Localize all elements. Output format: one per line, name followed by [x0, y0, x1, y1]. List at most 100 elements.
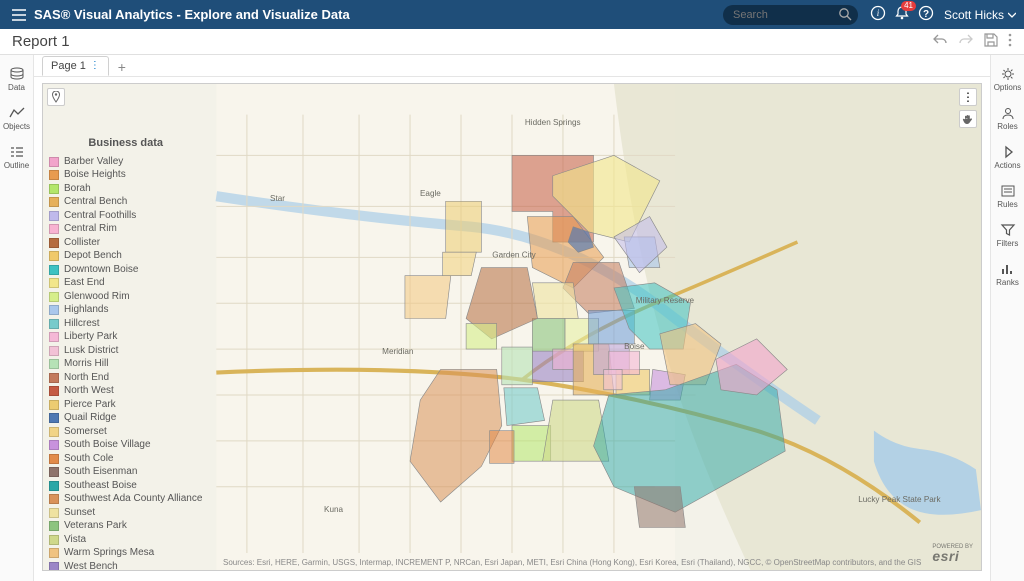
map-menu-button[interactable]: ⋮ [959, 88, 977, 106]
legend-item[interactable]: Collister [49, 236, 202, 250]
tab-label: Page 1 [51, 56, 86, 76]
right-rail: OptionsRolesActionsRulesFiltersRanks [990, 55, 1024, 581]
report-header: Report 1 [0, 29, 1024, 55]
right-rail-filters[interactable]: Filters [993, 217, 1023, 256]
legend-item[interactable]: Veterans Park [49, 519, 202, 533]
legend-item[interactable]: East End [49, 276, 202, 290]
map-place-label: Star [270, 194, 285, 203]
map-canvas[interactable]: Hidden SpringsStarEagleGarden CityMeridi… [42, 83, 982, 571]
legend-item[interactable]: Central Rim [49, 222, 202, 236]
legend-label: East End [64, 276, 105, 290]
legend-item[interactable]: Barber Valley [49, 155, 202, 169]
right-rail-ranks[interactable]: Ranks [993, 256, 1023, 295]
search-field[interactable] [723, 5, 858, 25]
tab-page-1[interactable]: Page 1 ⋮ [42, 56, 109, 76]
legend-swatch [49, 170, 59, 180]
legend-item[interactable]: Southwest Ada County Alliance [49, 492, 202, 506]
map-place-label: Meridian [382, 347, 413, 356]
map-region[interactable] [634, 487, 685, 528]
map-place-label: Military Reserve [636, 296, 695, 305]
pin-icon [51, 91, 61, 103]
legend-label: Central Bench [64, 195, 127, 209]
notifications-icon[interactable]: 41 [894, 5, 910, 24]
map-region[interactable] [504, 388, 545, 426]
hamburger-icon[interactable] [12, 9, 30, 21]
legend-item[interactable]: Pierce Park [49, 398, 202, 412]
legend-swatch [49, 197, 59, 207]
map-region[interactable] [405, 276, 451, 319]
right-rail-actions[interactable]: Actions [993, 139, 1023, 178]
undo-button[interactable] [932, 33, 948, 51]
legend-label: North West [64, 384, 114, 398]
add-page-button[interactable]: + [113, 58, 131, 76]
legend-swatch [49, 400, 59, 410]
legend-swatch [49, 508, 59, 518]
legend-label: Downtown Boise [64, 263, 138, 277]
map-place-label: Hidden Springs [525, 118, 581, 127]
legend-item[interactable]: Southeast Boise [49, 479, 202, 493]
legend-item[interactable]: Sunset [49, 506, 202, 520]
legend-item[interactable]: Hillcrest [49, 317, 202, 331]
right-rail-rules[interactable]: Rules [993, 178, 1023, 217]
map-region[interactable] [604, 369, 622, 389]
help-icon[interactable]: ? [918, 5, 934, 24]
legend-item[interactable]: Warm Springs Mesa [49, 546, 202, 560]
right-rail-options[interactable]: Options [993, 61, 1023, 100]
right-rail-roles[interactable]: Roles [993, 100, 1023, 139]
legend-item[interactable]: Lusk District [49, 344, 202, 358]
legend-item[interactable]: South Cole [49, 452, 202, 466]
legend-item[interactable]: Glenwood Rim [49, 290, 202, 304]
left-rail-objects[interactable]: Objects [2, 100, 32, 139]
map-pan-button[interactable] [959, 110, 977, 128]
legend-item[interactable]: Liberty Park [49, 330, 202, 344]
legend-swatch [49, 386, 59, 396]
legend-item[interactable]: Morris Hill [49, 357, 202, 371]
legend-item[interactable]: Highlands [49, 303, 202, 317]
hand-icon [962, 113, 974, 125]
app-title: SAS® Visual Analytics - Explore and Visu… [34, 7, 350, 22]
legend-item[interactable]: Central Foothills [49, 209, 202, 223]
legend-item[interactable]: Quail Ridge [49, 411, 202, 425]
map-region[interactable] [553, 349, 573, 369]
redo-button[interactable] [958, 33, 974, 51]
map-region[interactable] [502, 347, 533, 385]
map-controls: ⋮ [959, 88, 977, 128]
legend-item[interactable]: Boise Heights [49, 168, 202, 182]
pin-legend-button[interactable] [47, 88, 65, 106]
tab-menu[interactable]: ⋮ [90, 56, 100, 76]
map-region[interactable] [532, 283, 578, 319]
map-region[interactable] [466, 324, 497, 349]
map-region[interactable] [443, 252, 477, 275]
legend-item[interactable]: North End [49, 371, 202, 385]
save-button[interactable] [984, 33, 998, 51]
legend-item[interactable]: Central Bench [49, 195, 202, 209]
legend-item[interactable]: North West [49, 384, 202, 398]
map-region[interactable] [446, 201, 482, 252]
left-rail-data[interactable]: Data [2, 61, 32, 100]
legend-label: Central Foothills [64, 209, 136, 223]
legend-item[interactable]: South Eisenman [49, 465, 202, 479]
legend-item[interactable]: Somerset [49, 425, 202, 439]
legend-item[interactable]: West Bench [49, 560, 202, 571]
legend-label: Somerset [64, 425, 107, 439]
map-place-label: Lucky Peak State Park [858, 495, 941, 504]
more-options-button[interactable] [1008, 33, 1012, 51]
info-icon[interactable]: i [870, 5, 886, 24]
user-menu[interactable]: Scott Hicks [944, 8, 1016, 22]
map-region[interactable] [490, 431, 514, 464]
legend-label: Central Rim [64, 222, 117, 236]
report-title: Report 1 [12, 33, 70, 50]
legend-item[interactable]: Borah [49, 182, 202, 196]
left-rail-outline[interactable]: Outline [2, 139, 32, 178]
legend-item[interactable]: South Boise Village [49, 438, 202, 452]
legend-label: Hillcrest [64, 317, 100, 331]
esri-logo: POWERED BY esri [932, 544, 973, 564]
legend-item[interactable]: Vista [49, 533, 202, 547]
legend-label: Sunset [64, 506, 95, 520]
map-attribution: Sources: Esri, HERE, Garmin, USGS, Inter… [223, 558, 921, 567]
legend-item[interactable]: Depot Bench [49, 249, 202, 263]
legend-label: Southeast Boise [64, 479, 137, 493]
legend-item[interactable]: Downtown Boise [49, 263, 202, 277]
map-region[interactable] [532, 318, 565, 351]
legend-swatch [49, 305, 59, 315]
